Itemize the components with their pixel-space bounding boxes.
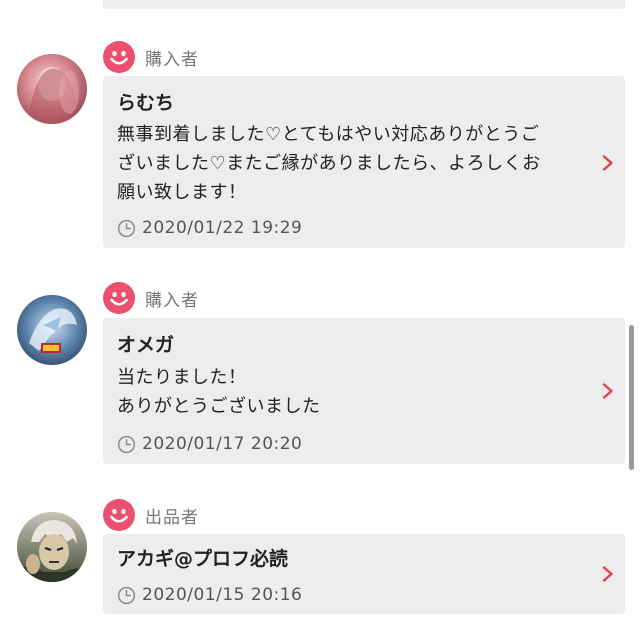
- review-timestamp: 2020/01/15 20:16: [117, 585, 302, 605]
- reviewer-name[interactable]: アカギ@プロフ必読: [117, 544, 288, 571]
- smile-face-icon: [103, 499, 135, 531]
- clock-icon: [117, 586, 136, 604]
- role-label: 出品者: [145, 507, 199, 528]
- review-card[interactable]: オメガ 当たりました！ ありがとうございました 2020/01/17 20:20: [103, 318, 625, 464]
- reviewer-name[interactable]: らむち: [117, 88, 174, 115]
- reviewer-name[interactable]: オメガ: [117, 330, 174, 357]
- smile-face-icon: [103, 41, 135, 73]
- avatar[interactable]: [17, 512, 87, 582]
- chevron-right-icon[interactable]: [601, 383, 615, 399]
- timestamp-text: 2020/01/15 20:16: [142, 585, 303, 605]
- role-badge: 購入者: [103, 39, 199, 75]
- previous-review-card[interactable]: [103, 0, 625, 9]
- review-message: 無事到着しました♡とてもはやい対応ありがとうご ざいました♡またご縁がありました…: [117, 124, 541, 203]
- avatar[interactable]: [17, 54, 87, 124]
- scrollbar[interactable]: [629, 325, 634, 470]
- review-card[interactable]: らむち 無事到着しました♡とてもはやい対応ありがとうご ざいました♡またご縁があ…: [103, 76, 625, 248]
- review-timestamp: 2020/01/22 19:29: [117, 218, 302, 238]
- review-timestamp: 2020/01/17 20:20: [117, 434, 302, 454]
- review-message: 当たりました！ ありがとうございました: [117, 367, 321, 417]
- timestamp-text: 2020/01/17 20:20: [142, 434, 303, 454]
- clock-icon: [117, 219, 136, 237]
- clock-icon: [117, 435, 136, 453]
- chevron-right-icon[interactable]: [601, 155, 615, 171]
- role-badge: 購入者: [103, 280, 199, 316]
- timestamp-text: 2020/01/22 19:29: [142, 218, 303, 238]
- review-card[interactable]: アカギ@プロフ必読 2020/01/15 20:16: [103, 534, 625, 614]
- role-badge: 出品者: [103, 497, 199, 533]
- role-label: 購入者: [145, 290, 199, 311]
- avatar[interactable]: [17, 295, 87, 365]
- chevron-right-icon[interactable]: [601, 566, 615, 582]
- role-label: 購入者: [145, 49, 199, 70]
- smile-face-icon: [103, 282, 135, 314]
